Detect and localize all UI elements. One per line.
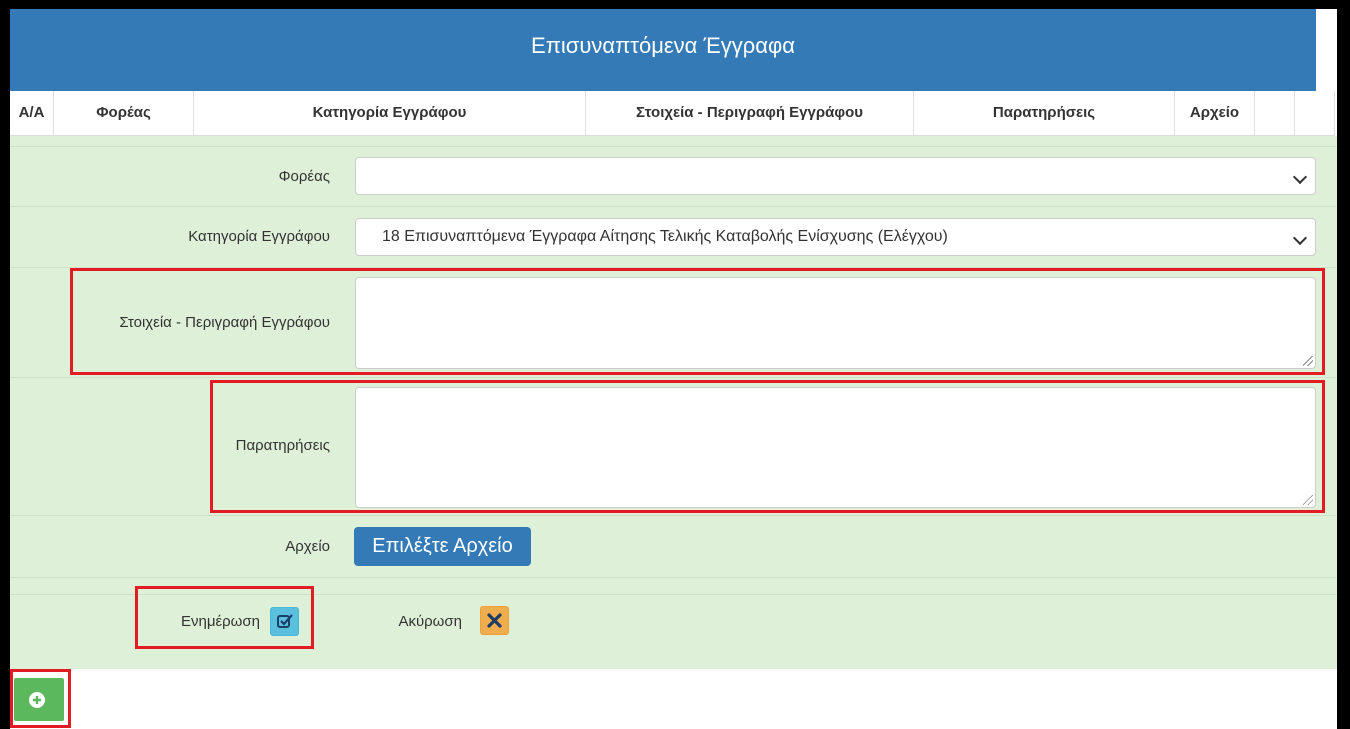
highlight-remarks	[210, 380, 1325, 513]
close-x-icon	[487, 613, 502, 628]
foreas-label: Φορέας	[278, 168, 330, 185]
col-header-empty-1	[1255, 91, 1295, 135]
chevron-down-icon	[1292, 230, 1308, 246]
col-header-file: Αρχείο	[1175, 91, 1255, 135]
divider	[10, 146, 1337, 147]
file-label: Αρχείο	[285, 538, 330, 555]
highlight-update	[135, 586, 314, 649]
highlight-add	[10, 669, 71, 728]
divider	[10, 377, 1337, 378]
table-header-row: Α/Α Φορέας Κατηγορία Εγγράφου Στοιχεία -…	[10, 91, 1335, 136]
col-header-aa: Α/Α	[10, 91, 54, 135]
category-label: Κατηγορία Εγγράφου	[188, 228, 330, 245]
divider	[10, 206, 1337, 207]
cancel-label: Ακύρωση	[398, 613, 462, 630]
col-header-foreas: Φορέας	[54, 91, 194, 135]
col-header-description: Στοιχεία - Περιγραφή Εγγράφου	[586, 91, 914, 135]
col-header-empty-2	[1295, 91, 1335, 135]
col-header-remarks: Παρατηρήσεις	[914, 91, 1175, 135]
col-header-category: Κατηγορία Εγγράφου	[194, 91, 586, 135]
highlight-description	[70, 268, 1325, 375]
panel-title: Επισυναπτόμενα Έγγραφα	[10, 9, 1316, 91]
choose-file-button[interactable]: Επιλέξτε Αρχείο	[354, 527, 531, 566]
cancel-button[interactable]	[480, 606, 509, 635]
divider	[10, 515, 1337, 516]
category-select[interactable]: 18 Επισυναπτόμενα Έγγραφα Αίτησης Τελική…	[355, 218, 1316, 256]
category-select-value: 18 Επισυναπτόμενα Έγγραφα Αίτησης Τελική…	[382, 228, 948, 245]
divider	[10, 577, 1337, 578]
foreas-select[interactable]	[355, 157, 1316, 195]
chevron-down-icon	[1292, 169, 1308, 185]
